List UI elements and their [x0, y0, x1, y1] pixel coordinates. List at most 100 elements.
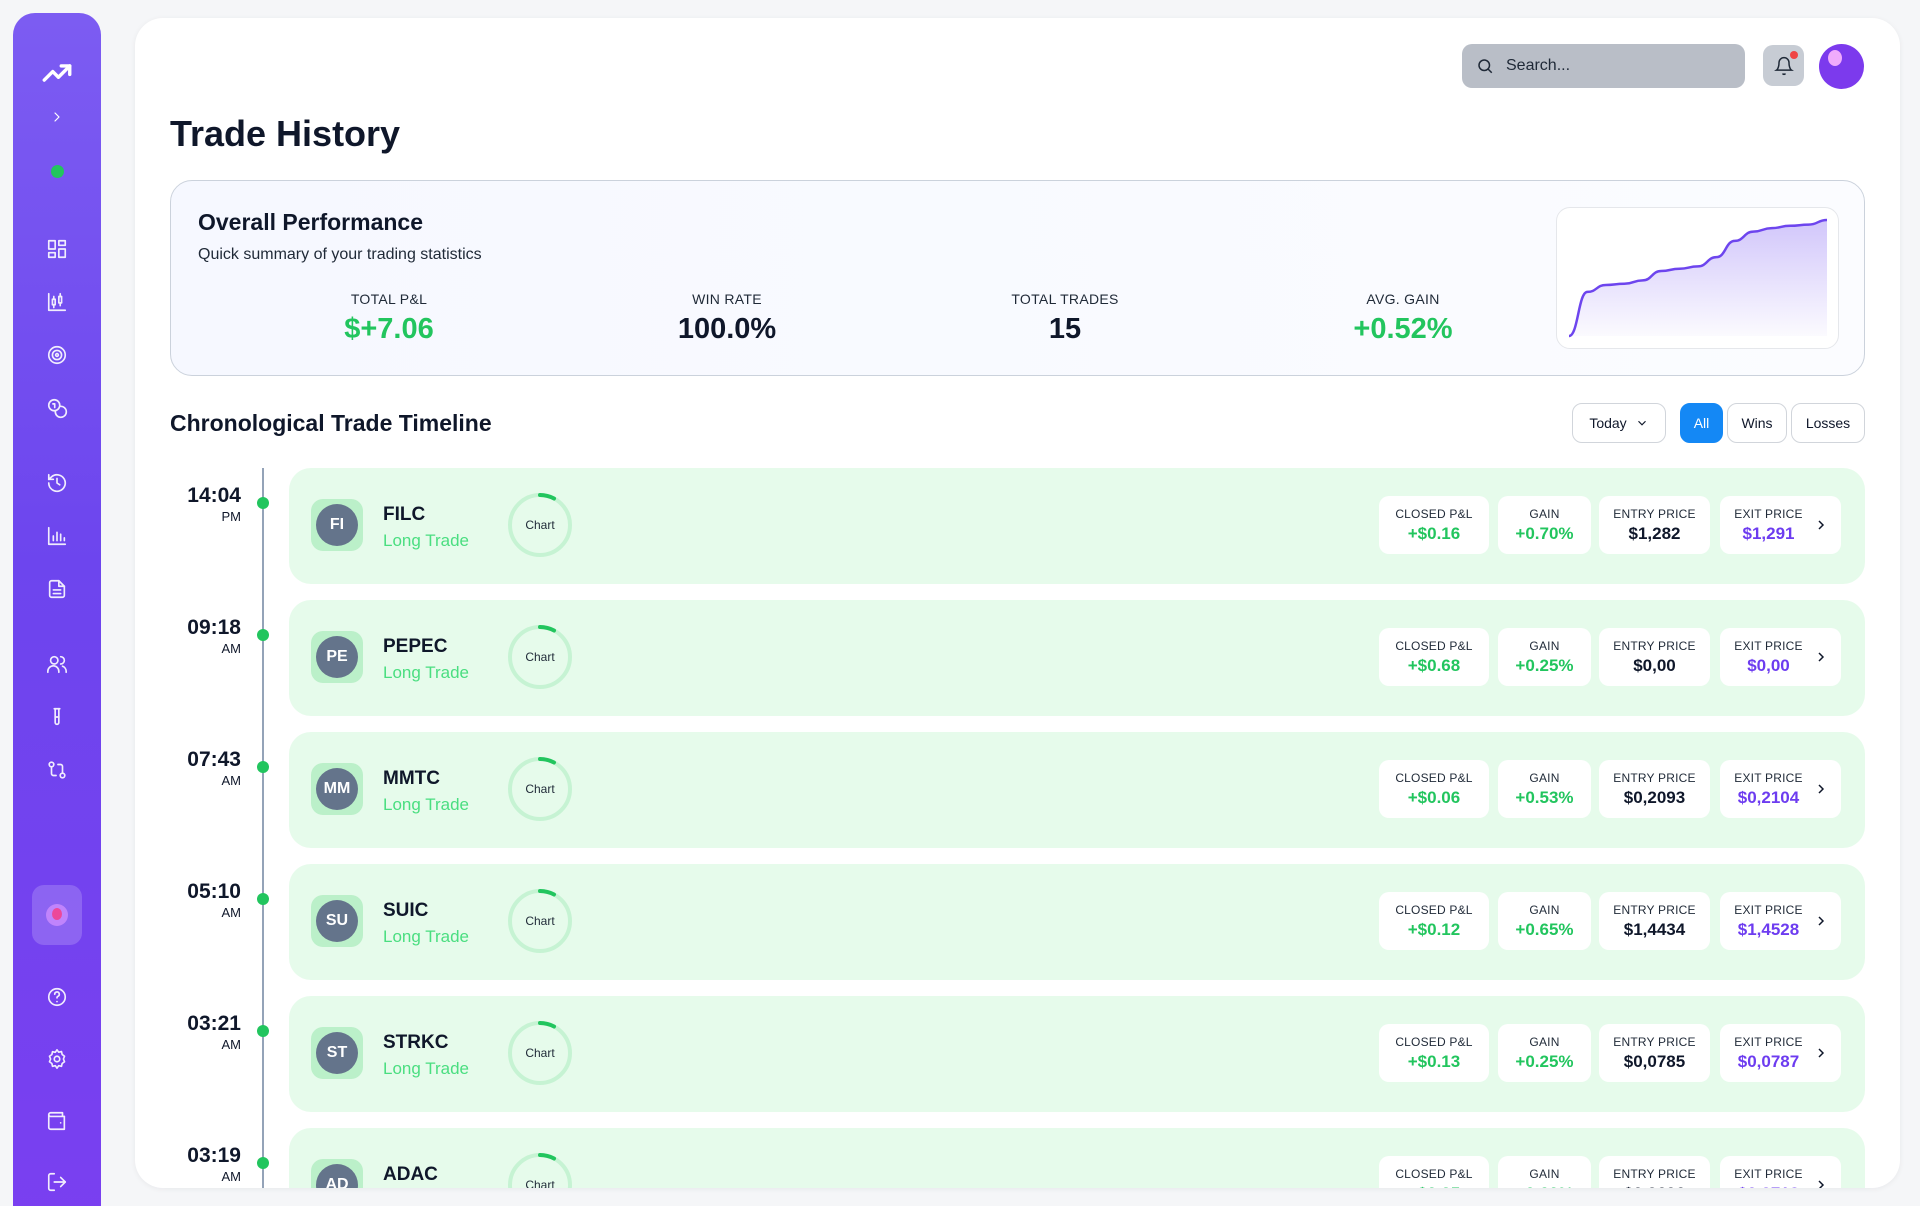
chevron-right-icon[interactable] [1813, 517, 1829, 533]
metric-label: GAIN [1529, 639, 1560, 653]
dashboard-icon[interactable] [13, 229, 101, 269]
target-icon[interactable] [13, 335, 101, 375]
exit-price-value: $0,3718 [1720, 1184, 1817, 1188]
users-icon[interactable] [13, 644, 101, 684]
chevron-right-icon[interactable] [1813, 1045, 1829, 1061]
exit-price-metric[interactable]: EXIT PRICE $0,0787 [1720, 1024, 1841, 1082]
trade-time-ampm: PM [221, 509, 242, 524]
metric-label: EXIT PRICE [1734, 771, 1803, 785]
entry-price-metric: ENTRY PRICE $0,00 [1599, 628, 1710, 686]
document-icon[interactable] [13, 569, 101, 609]
trending-up-icon[interactable] [13, 53, 101, 93]
logout-icon[interactable] [13, 1162, 101, 1202]
notification-badge [1790, 51, 1798, 59]
metric-label: GAIN [1529, 1167, 1560, 1181]
chart-button[interactable]: Chart [507, 888, 573, 954]
performance-subtitle: Quick summary of your trading statistics [198, 246, 482, 263]
git-compare-icon[interactable] [13, 750, 101, 790]
period-filter-dropdown[interactable]: Today [1572, 403, 1666, 443]
gain-value: +0.25% [1515, 656, 1574, 675]
coin-badge: MM [311, 763, 363, 815]
chevron-right-icon[interactable] [1813, 781, 1829, 797]
trade-card[interactable]: SU SUIC Long Trade Chart CLOSED P&L +$0.12 GAI… [289, 864, 1865, 980]
chart-button[interactable]: Chart [507, 756, 573, 822]
chart-button[interactable]: Chart [507, 1152, 573, 1188]
settings-icon[interactable] [13, 1039, 101, 1079]
metric-label: CLOSED P&L [1395, 771, 1473, 785]
notifications-button[interactable] [1763, 45, 1804, 86]
trade-symbol: FILC [383, 504, 426, 525]
gain-metric: GAIN +0.25% [1498, 628, 1591, 686]
trade-time-value: 05:10 [187, 880, 241, 903]
chevron-right-icon[interactable] [1813, 649, 1829, 665]
exit-price-metric[interactable]: EXIT PRICE $0,00 [1720, 628, 1841, 686]
timeline-dot [257, 629, 269, 641]
trade-card[interactable]: FI FILC Long Trade Chart CLOSED P&L +$0.16 GAI… [289, 468, 1865, 584]
trade-card[interactable]: ST STRKC Long Trade Chart CLOSED P&L +$0.13 GA… [289, 996, 1865, 1112]
trade-direction: Long Trade [383, 663, 470, 682]
sidebar-user-avatar[interactable] [32, 885, 82, 945]
wallet-icon[interactable] [13, 1101, 101, 1141]
exit-price-metric[interactable]: EXIT PRICE $1,291 [1720, 496, 1841, 554]
exit-price-metric[interactable]: EXIT PRICE $0,3718 [1720, 1156, 1841, 1188]
coin-badge: PE [311, 631, 363, 683]
exit-price-metric[interactable]: EXIT PRICE $0,2104 [1720, 760, 1841, 818]
coin-badge: FI [311, 499, 363, 551]
entry-price-metric: ENTRY PRICE $0,2093 [1599, 760, 1710, 818]
metric-label: EXIT PRICE [1734, 507, 1803, 521]
trade-card[interactable]: PE PEPEC Long Trade Chart CLOSED P&L +$0.68 GA… [289, 600, 1865, 716]
help-icon[interactable] [13, 977, 101, 1017]
coin-initials: PE [316, 636, 358, 678]
stat-total-trades: TOTAL TRADES 15 [945, 291, 1185, 346]
trade-row: 14:04 PM FI FILC Long Trade Chart CLOSED P&L +$… [135, 468, 1900, 584]
trade-card[interactable]: MM MMTC Long Trade Chart CLOSED P&L +$0.06 GAI… [289, 732, 1865, 848]
chevron-right-icon[interactable] [1813, 1177, 1829, 1188]
closed-pnl-value: +$0.13 [1407, 1052, 1461, 1071]
exit-price-metric[interactable]: EXIT PRICE $1,4528 [1720, 892, 1841, 950]
search-input[interactable] [1506, 57, 1726, 75]
chevron-right-icon[interactable] [13, 97, 101, 137]
closed-pnl-value: +$0.06 [1407, 788, 1461, 807]
trade-row: 03:19AMADADACLong TradeChartCLOSED P&L+$… [135, 1128, 1900, 1188]
timeline-dot [257, 761, 269, 773]
closed-pnl-metric: CLOSED P&L +$0.16 [1379, 496, 1489, 554]
chart-button[interactable]: Chart [507, 624, 573, 690]
closed-pnl-value: +$0.12 [1407, 920, 1461, 939]
chevron-right-icon[interactable] [1813, 913, 1829, 929]
exit-price-value: $1,291 [1742, 524, 1795, 543]
metric-label: ENTRY PRICE [1613, 507, 1696, 521]
test-tube-icon[interactable] [13, 697, 101, 737]
trade-direction: Long Trade [383, 795, 470, 814]
filter-wins-button[interactable]: Wins [1727, 403, 1787, 443]
user-avatar[interactable] [1819, 44, 1864, 89]
candlestick-chart-icon[interactable] [13, 282, 101, 322]
entry-price-metric: ENTRY PRICE $1,282 [1599, 496, 1710, 554]
gain-value: +0.65% [1515, 920, 1574, 939]
metric-label: ENTRY PRICE [1613, 1035, 1696, 1049]
filter-all-button[interactable]: All [1680, 403, 1723, 443]
gain-metric: GAIN +0.60% [1498, 1156, 1591, 1188]
timeline-dot [257, 497, 269, 509]
coin-initials: MM [316, 768, 358, 810]
metric-label: EXIT PRICE [1734, 903, 1803, 917]
trade-time-ampm: AM [221, 641, 242, 656]
entry-price-value: $0,3696 [1599, 1184, 1710, 1188]
metric-label: ENTRY PRICE [1613, 639, 1696, 653]
bar-chart-icon[interactable] [13, 516, 101, 556]
coins-icon[interactable] [13, 388, 101, 428]
chart-button[interactable]: Chart [507, 1020, 573, 1086]
chart-button[interactable]: Chart [507, 492, 573, 558]
entry-price-metric: ENTRY PRICE $1,4434 [1599, 892, 1710, 950]
trade-card[interactable]: ADADACLong TradeChartCLOSED P&L+$0.35GAI… [289, 1128, 1865, 1188]
exit-price-value: $1,4528 [1737, 920, 1800, 939]
trade-time-value: 03:21 [187, 1012, 241, 1035]
gain-metric: GAIN +0.70% [1498, 496, 1591, 554]
entry-price-value: $0,00 [1633, 656, 1676, 675]
history-icon[interactable] [13, 463, 101, 503]
trade-time-ampm: AM [221, 1037, 242, 1052]
search-bar[interactable] [1462, 44, 1745, 88]
filter-losses-button[interactable]: Losses [1791, 403, 1865, 443]
period-filter-label: Today [1589, 415, 1627, 431]
performance-title: Overall Performance [198, 209, 424, 235]
trade-time: 14:04 PM [155, 484, 241, 524]
